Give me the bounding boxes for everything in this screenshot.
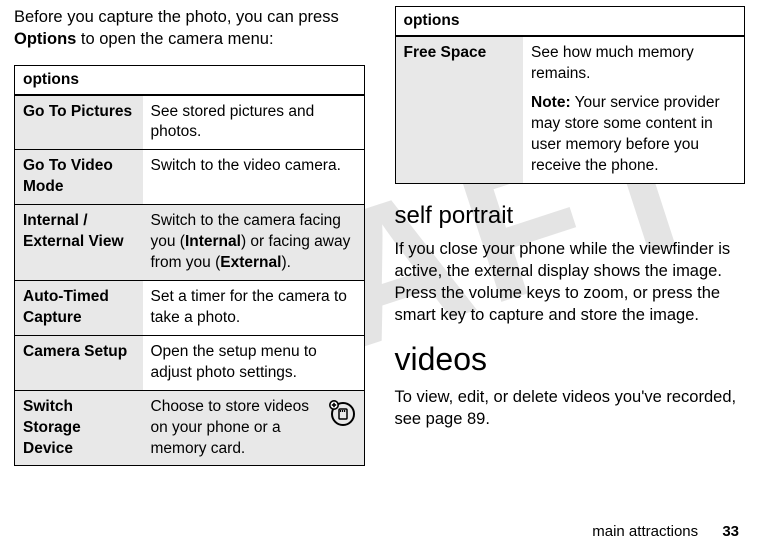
option-desc: See how much memory remains. Note: Your … xyxy=(523,36,745,183)
intro-text-pre: Before you capture the photo, you can pr… xyxy=(14,8,339,26)
option-desc: Switch to the video camera. xyxy=(143,150,365,205)
options-table-left: options Go To Pictures See stored pictur… xyxy=(14,65,365,467)
option-label: Free Space xyxy=(395,36,523,183)
note-label: Note: xyxy=(531,94,571,111)
desc-bold-internal: Internal xyxy=(185,233,241,250)
option-label: Go To Video Mode xyxy=(15,150,143,205)
intro-paragraph: Before you capture the photo, you can pr… xyxy=(14,6,365,51)
right-column: options Free Space See how much memory r… xyxy=(395,6,746,466)
options-header-left: options xyxy=(15,65,365,95)
memory-card-icon xyxy=(328,399,356,434)
option-label: Switch Storage Device xyxy=(15,390,143,466)
desc-bold-external: External xyxy=(220,254,281,271)
free-space-desc: See how much memory remains. xyxy=(531,43,736,85)
option-desc: See stored pictures and photos. xyxy=(143,95,365,150)
table-row: Go To Pictures See stored pictures and p… xyxy=(15,95,365,150)
option-desc: Set a timer for the camera to take a pho… xyxy=(143,280,365,335)
left-column: Before you capture the photo, you can pr… xyxy=(14,6,365,466)
option-label: Camera Setup xyxy=(15,335,143,390)
table-row: Switch Storage Device xyxy=(15,390,365,466)
option-label: Internal / External View xyxy=(15,205,143,281)
options-table-right: options Free Space See how much memory r… xyxy=(395,6,746,184)
option-label: Go To Pictures xyxy=(15,95,143,150)
option-desc: Choose to store videos on your phone or … xyxy=(143,390,365,466)
desc-text: ). xyxy=(281,254,290,271)
page-footer: main attractions 33 xyxy=(592,523,739,540)
footer-page-number: 33 xyxy=(722,523,739,540)
option-label: Auto-Timed Capture xyxy=(15,280,143,335)
heading-videos: videos xyxy=(395,341,746,378)
table-row: Camera Setup Open the setup menu to adju… xyxy=(15,335,365,390)
table-row: Free Space See how much memory remains. … xyxy=(395,36,745,183)
intro-text-post: to open the camera menu: xyxy=(76,30,273,48)
page-content: Before you capture the photo, you can pr… xyxy=(0,0,759,466)
free-space-note: Note: Your service provider may store so… xyxy=(531,93,736,177)
option-desc: Switch to the camera facing you (Interna… xyxy=(143,205,365,281)
table-row: Go To Video Mode Switch to the video cam… xyxy=(15,150,365,205)
table-row: Internal / External View Switch to the c… xyxy=(15,205,365,281)
intro-options-key: Options xyxy=(14,30,76,48)
table-row: Auto-Timed Capture Set a timer for the c… xyxy=(15,280,365,335)
desc-text: Choose to store videos on your phone or … xyxy=(151,398,310,457)
heading-self-portrait: self portrait xyxy=(395,202,746,230)
paragraph-videos: To view, edit, or delete videos you've r… xyxy=(395,386,746,431)
paragraph-self-portrait: If you close your phone while the viewfi… xyxy=(395,238,746,327)
options-header-right: options xyxy=(395,7,745,37)
footer-section-title: main attractions xyxy=(592,523,698,540)
option-desc: Open the setup menu to adjust photo sett… xyxy=(143,335,365,390)
